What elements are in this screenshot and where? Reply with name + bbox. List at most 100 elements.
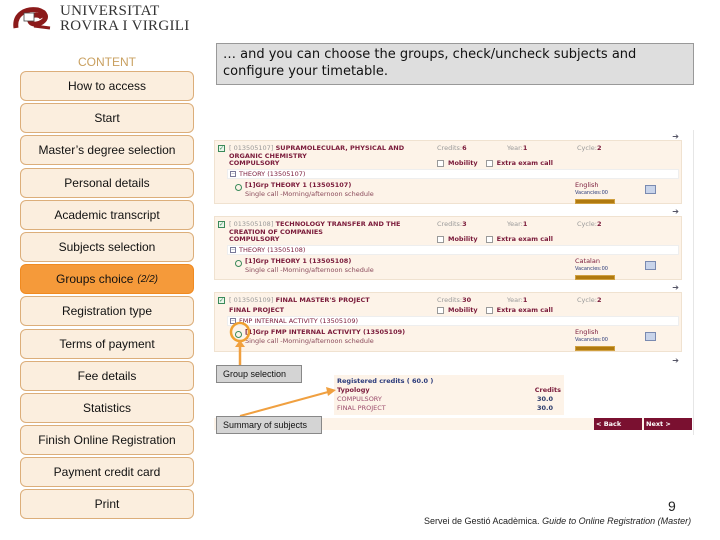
extra-exam-call-checkbox[interactable]: Extra exam call: [485, 235, 553, 243]
summary-row: FINAL PROJECT 30.0: [337, 404, 553, 412]
group-name: [1]Grp THEORY 1 (13505108): [245, 257, 352, 265]
group-vacancies: Vacancies:00: [575, 337, 608, 343]
nav-label: Payment credit card: [53, 465, 161, 480]
next-button[interactable]: Next >: [644, 418, 692, 430]
summary-of-subjects-callout: Summary of subjects: [216, 416, 322, 434]
group-vacancies: Vacancies:00: [575, 190, 608, 196]
group-schedule: Single call -Morning/afternoon schedule: [245, 190, 374, 198]
mobility-checkbox[interactable]: Mobility: [437, 306, 478, 314]
subject-year: Year:1: [507, 220, 528, 228]
collapse-icon[interactable]: −: [230, 318, 236, 324]
groups-choice-screenshot: ➔ ✓ [ 013505107] SUPRAMOLECULAR, PHYSICA…: [214, 130, 694, 435]
sidebar-nav: How to access Start Master’s degree sele…: [20, 71, 194, 522]
vacancies-bar: [575, 275, 615, 280]
group-selection-callout: Group selection: [216, 365, 302, 383]
subject-year: Year:1: [507, 144, 528, 152]
subject-cycle: Cycle:2: [577, 144, 602, 152]
nav-personal-details[interactable]: Personal details: [20, 167, 194, 198]
extra-exam-call-checkbox[interactable]: Extra exam call: [485, 306, 553, 314]
arrow-up-icon[interactable]: ➔: [672, 207, 679, 216]
nav-label: Finish Online Registration: [38, 433, 176, 448]
subject-typology: COMPULSORY: [229, 159, 280, 167]
registered-credits-summary: Registered credits ( 60.0 ) Typology Cred…: [334, 375, 564, 415]
group-vacancies: Vacancies:00: [575, 266, 608, 272]
nav-sub-label: (2/2): [137, 273, 158, 285]
summary-row: COMPULSORY 30.0: [337, 395, 553, 403]
subject-title: [ 013505109] FINAL MASTER'S PROJECT: [229, 296, 370, 304]
activity-row[interactable]: − FMP INTERNAL ACTIVITY (13505109): [227, 316, 679, 326]
nav-label: Registration type: [61, 304, 153, 319]
group-name: [1]Grp FMP INTERNAL ACTIVITY (13505109): [245, 328, 406, 336]
logo-line2: ROVIRA I VIRGILI: [60, 18, 190, 34]
group-row: [1]Grp THEORY 1 (13505108) Single call -M…: [235, 257, 681, 285]
footer-text: Servei de Gestió Acadèmica. Guide to Onl…: [424, 516, 692, 526]
back-button[interactable]: < Back: [594, 418, 642, 430]
vacancies-bar: [575, 199, 615, 204]
group-language: English: [575, 181, 599, 189]
subject-credits: Credits:3: [437, 220, 467, 228]
extra-exam-call-checkbox[interactable]: Extra exam call: [485, 159, 553, 167]
nav-academic-transcript[interactable]: Academic transcript: [20, 199, 194, 230]
timetable-icon[interactable]: [645, 261, 656, 270]
summary-title: Registered credits ( 60.0 ): [337, 377, 434, 385]
nav-label: Print: [94, 497, 120, 512]
subject-typology: FINAL PROJECT: [229, 306, 285, 314]
nav-label: Academic transcript: [54, 207, 160, 222]
group-select-icon[interactable]: [235, 260, 242, 267]
subject-cycle: Cycle:2: [577, 296, 602, 304]
page-number: 9: [668, 498, 676, 514]
university-logo: UNIVERSITAT ROVIRA I VIRGILI: [12, 4, 190, 34]
col-credits: Credits: [534, 386, 561, 394]
nav-start[interactable]: Start: [20, 103, 194, 134]
subject-year: Year:1: [507, 296, 528, 304]
subject-block: ✓ [ 013505108] TECHNOLOGY TRANSFER AND T…: [214, 216, 682, 280]
logo-line1: UNIVERSITAT: [60, 3, 160, 19]
nav-label: Personal details: [64, 175, 150, 190]
subject-cycle: Cycle:2: [577, 220, 602, 228]
subject-checkbox[interactable]: ✓: [218, 297, 225, 304]
vacancies-bar: [575, 346, 615, 351]
arrow-up-icon[interactable]: ➔: [672, 283, 679, 292]
mobility-checkbox[interactable]: Mobility: [437, 159, 478, 167]
nav-subjects-selection[interactable]: Subjects selection: [20, 231, 194, 262]
urv-emblem-icon: [13, 7, 51, 30]
col-typology: Typology: [337, 386, 370, 394]
mobility-checkbox[interactable]: Mobility: [437, 235, 478, 243]
activity-row[interactable]: − THEORY (13505107): [227, 169, 679, 179]
group-select-icon[interactable]: [235, 331, 242, 338]
nav-print[interactable]: Print: [20, 489, 194, 520]
subject-checkbox[interactable]: ✓: [218, 145, 225, 152]
nav-registration-type[interactable]: Registration type: [20, 296, 194, 327]
subject-checkbox[interactable]: ✓: [218, 221, 225, 228]
nav-groups-choice[interactable]: Groups choice (2/2): [20, 264, 194, 295]
group-select-icon[interactable]: [235, 184, 242, 191]
collapse-icon[interactable]: −: [230, 171, 236, 177]
nav-masters-degree-selection[interactable]: Master’s degree selection: [20, 135, 194, 166]
nav-label: Statistics: [82, 400, 131, 415]
nav-payment-credit-card[interactable]: Payment credit card: [20, 457, 194, 488]
nav-fee-details[interactable]: Fee details: [20, 360, 194, 391]
group-row: [1]Grp FMP INTERNAL ACTIVITY (13505109) S…: [235, 328, 681, 356]
nav-label: Subjects selection: [58, 239, 156, 254]
nav-label: Start: [94, 111, 120, 126]
nav-statistics[interactable]: Statistics: [20, 392, 194, 423]
nav-how-to-access[interactable]: How to access: [20, 71, 194, 101]
activity-row[interactable]: − THEORY (13505108): [227, 245, 679, 255]
group-language: Catalan: [575, 257, 600, 265]
subject-block: ✓ [ 013505109] FINAL MASTER'S PROJECT Cr…: [214, 292, 682, 352]
subject-typology: COMPULSORY: [229, 235, 280, 243]
timetable-icon[interactable]: [645, 332, 656, 341]
nav-terms-of-payment[interactable]: Terms of payment: [20, 328, 194, 359]
subject-title: [ 013505108] TECHNOLOGY TRANSFER AND THE…: [229, 220, 401, 236]
subject-block: ✓ [ 013505107] SUPRAMOLECULAR, PHYSICAL …: [214, 140, 682, 204]
nav-label: Groups choice: [56, 272, 134, 287]
nav-label: Master’s degree selection: [38, 143, 176, 158]
collapse-icon[interactable]: −: [230, 247, 236, 253]
subject-credits: Credits:6: [437, 144, 467, 152]
group-language: English: [575, 328, 599, 336]
arrow-up-icon[interactable]: ➔: [672, 356, 679, 365]
nav-finish-online-registration[interactable]: Finish Online Registration: [20, 425, 194, 456]
timetable-icon[interactable]: [645, 185, 656, 194]
group-schedule: Single call -Morning/afternoon schedule: [245, 337, 374, 345]
content-heading: CONTENT: [78, 55, 136, 69]
